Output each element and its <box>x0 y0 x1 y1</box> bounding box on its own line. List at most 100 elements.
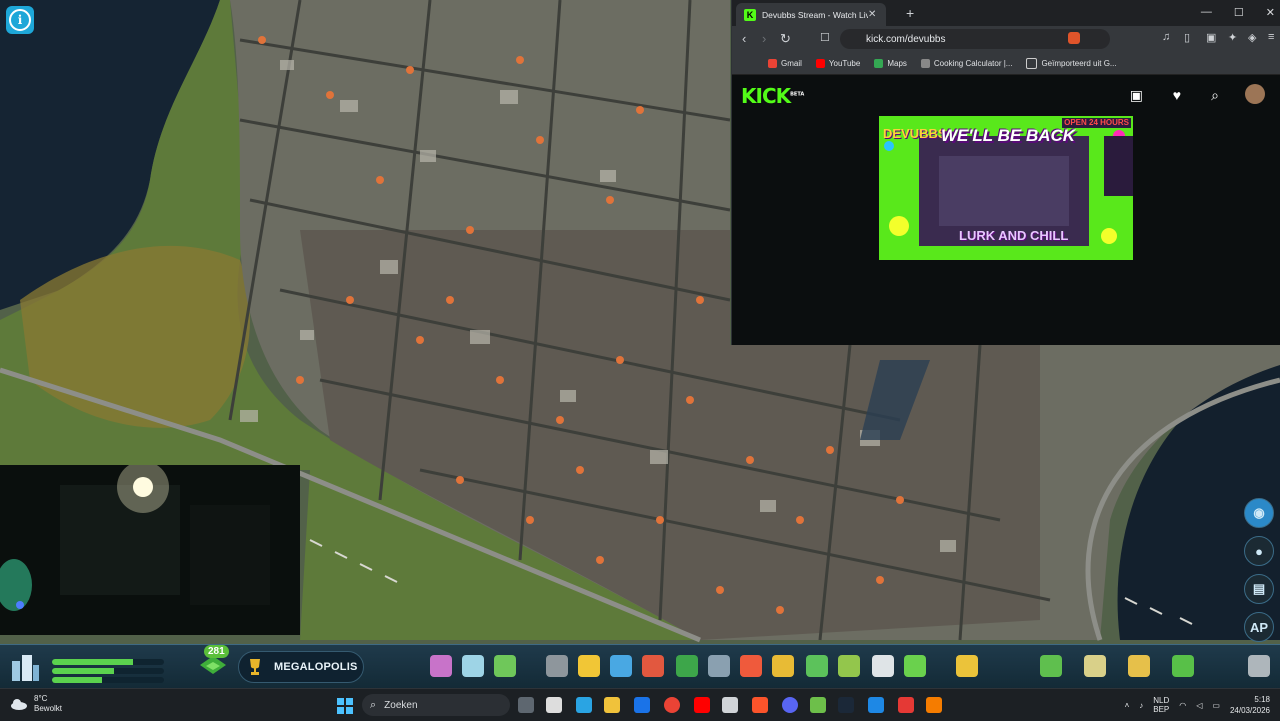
player-open-sign: OPEN 24 HOURS <box>1062 118 1131 128</box>
budget-icon[interactable] <box>1128 655 1150 677</box>
leo-icon[interactable]: ✦ <box>1228 31 1237 44</box>
vpn-icon[interactable]: ◈ <box>1248 31 1256 44</box>
edge-icon[interactable] <box>576 697 592 713</box>
water-icon[interactable] <box>610 655 632 677</box>
wallet-icon[interactable]: ▣ <box>1206 31 1216 44</box>
new-tab-icon[interactable]: + <box>906 5 914 21</box>
trophy-icon <box>250 659 260 675</box>
back-icon[interactable]: ‹ <box>742 31 746 46</box>
notes-icon[interactable]: ▤ <box>1244 574 1274 604</box>
heart-icon[interactable]: ♥ <box>1173 87 1181 103</box>
player-brand: DEVUBBS <box>883 126 947 141</box>
search-icon: ⌕ <box>370 698 377 711</box>
brave-shield-icon[interactable] <box>1068 32 1080 44</box>
bookmark-icon[interactable]: ☐ <box>820 31 830 44</box>
vlc-icon[interactable] <box>926 697 942 713</box>
discord-icon[interactable] <box>782 697 798 713</box>
kick-header: KICKBETA ▣ ♥ ⌕ <box>732 75 1280 115</box>
bookmark-cooking[interactable]: Cooking Calculator |... <box>920 58 1012 68</box>
youtube-app-icon[interactable] <box>694 697 710 713</box>
cities-skylines-icon[interactable] <box>810 697 826 713</box>
ap-button[interactable]: AP <box>1244 612 1274 642</box>
city-icon[interactable] <box>6 649 42 685</box>
start-icon[interactable] <box>337 698 353 714</box>
info-button[interactable]: i <box>6 6 34 34</box>
brave-icon[interactable] <box>752 697 768 713</box>
milestone-name: MEGALOPOLIS <box>274 661 358 673</box>
player-lurk-text: LURK AND CHILL <box>959 228 1069 243</box>
chevron-up-icon[interactable]: ˄ <box>1125 701 1130 710</box>
globe-icon[interactable]: ◉ <box>1244 498 1274 528</box>
garbage-icon[interactable] <box>676 655 698 677</box>
health-icon[interactable] <box>642 655 664 677</box>
education-icon[interactable] <box>708 655 730 677</box>
task-view-icon[interactable] <box>518 697 534 713</box>
sidebar-icon[interactable]: ▯ <box>1184 31 1190 44</box>
reload-icon[interactable]: ↻ <box>780 31 791 47</box>
search-icon[interactable]: ⌕ <box>1211 87 1219 104</box>
landscaping-icon[interactable] <box>494 655 516 677</box>
signature-icon[interactable] <box>956 655 978 677</box>
calculator-icon[interactable] <box>722 697 738 713</box>
police-icon[interactable] <box>772 655 794 677</box>
maximize-icon[interactable]: ☐ <box>1234 6 1244 19</box>
menu-icon[interactable]: ≡ <box>1268 31 1274 43</box>
taskbar-search[interactable]: ⌕ Zoeken <box>362 694 510 716</box>
landmarks-icon[interactable] <box>904 655 926 677</box>
file-explorer-icon[interactable] <box>604 697 620 713</box>
info-icon: i <box>9 9 31 31</box>
extensions-icon[interactable]: ♫ <box>1162 31 1170 43</box>
fire-icon[interactable] <box>740 655 762 677</box>
parks-icon[interactable] <box>838 655 860 677</box>
map-tiles-icon[interactable] <box>1084 655 1106 677</box>
bookmark-gmail[interactable]: Gmail <box>768 58 802 68</box>
webcam-overlay <box>0 465 300 635</box>
battery-icon[interactable]: ▭ <box>1212 701 1220 710</box>
milestone-display[interactable]: MEGALOPOLIS <box>238 651 364 683</box>
bookmark-label: Gmail <box>781 58 802 68</box>
bookmark-imported[interactable]: Geïmporteerd uit G... <box>1026 57 1117 69</box>
districts-icon[interactable] <box>1040 655 1062 677</box>
zoning-icon[interactable] <box>430 655 452 677</box>
outlook-icon[interactable] <box>634 697 650 713</box>
bookmark-label: Geïmporteerd uit G... <box>1041 58 1117 68</box>
transport-icon[interactable] <box>806 655 828 677</box>
volume-icon[interactable]: ◁ <box>1196 701 1202 710</box>
clock-time: 5:18 <box>1254 695 1270 704</box>
bookmarks-bar: Gmail YouTube Maps Cooking Calculator |.… <box>732 52 1280 75</box>
bookmark-youtube[interactable]: YouTube <box>815 58 860 68</box>
bookmark-maps[interactable]: Maps <box>874 58 907 68</box>
steam-icon[interactable] <box>838 697 854 713</box>
microphone-icon[interactable]: ♪ <box>1139 701 1143 710</box>
area-icon[interactable] <box>462 655 484 677</box>
policies-icon[interactable] <box>1172 655 1194 677</box>
video-player[interactable]: DEVUBBS WE'LL BE BACK OPEN 24 HOURS LURK… <box>879 116 1133 260</box>
citizen-icon[interactable]: ● <box>1244 536 1274 566</box>
communication-icon[interactable] <box>872 655 894 677</box>
chrome-icon[interactable] <box>664 697 680 713</box>
bulldozer-icon[interactable] <box>1248 655 1270 677</box>
popcorn-icon[interactable] <box>898 697 914 713</box>
clock[interactable]: 5:18 24/03/2026 <box>1230 694 1270 716</box>
url-text: kick.com/devubbs <box>866 33 946 45</box>
wifi-icon[interactable]: ◠ <box>1179 701 1186 710</box>
tab-active[interactable]: K Devubbs Stream - Watch Live on ✕ <box>736 3 886 26</box>
weather-widget[interactable]: 8°C Bewolkt <box>10 694 62 714</box>
close-tab-icon[interactable]: ✕ <box>868 9 876 20</box>
electricity-icon[interactable] <box>578 655 600 677</box>
gmail-icon <box>768 58 777 68</box>
following-icon[interactable]: ▣ <box>1130 87 1143 104</box>
roads-icon[interactable] <box>546 655 568 677</box>
progress-bar <box>52 659 164 665</box>
minimize-icon[interactable]: — <box>1201 6 1212 19</box>
tab-title: Devubbs Stream - Watch Live on <box>762 9 868 20</box>
language-indicator[interactable]: NLD BEP <box>1153 696 1169 714</box>
forward-icon[interactable]: › <box>762 31 766 46</box>
avatar[interactable] <box>1245 84 1265 104</box>
close-window-icon[interactable]: ✕ <box>1266 6 1275 19</box>
app-icon[interactable] <box>868 697 884 713</box>
webcam-feed <box>0 465 300 635</box>
maps-icon <box>874 58 884 68</box>
store-icon[interactable] <box>546 697 562 713</box>
kick-logo[interactable]: KICKBETA <box>741 84 804 108</box>
